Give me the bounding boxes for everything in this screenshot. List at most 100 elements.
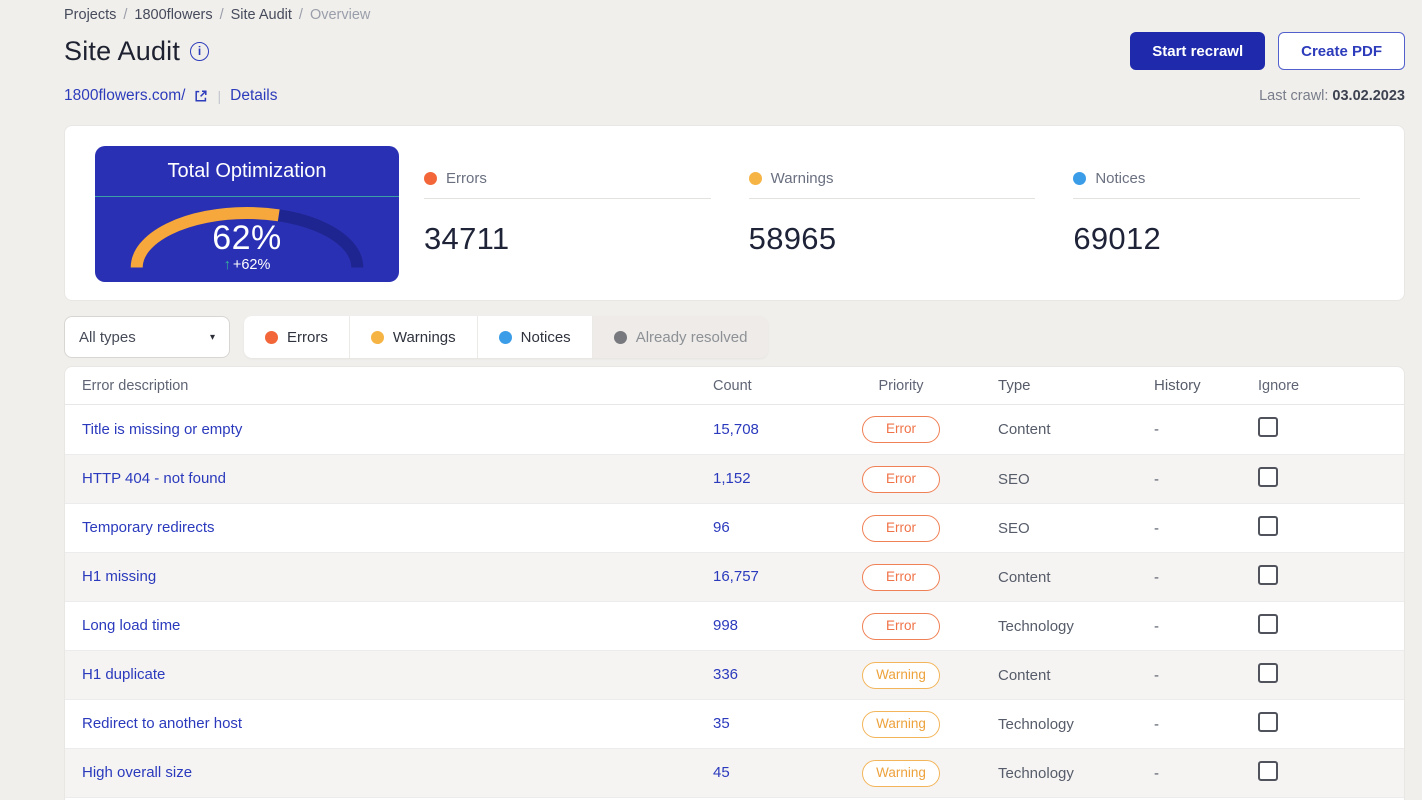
priority-badge: Warning [862, 759, 940, 787]
errors-dot-icon [424, 172, 437, 185]
error-description-link[interactable]: High overall size [82, 764, 192, 781]
gauge-body: 62% ↑ +62% [95, 197, 399, 281]
title-row: Site Audit i Start recrawl Create PDF [64, 32, 1405, 70]
sub-row: 1800flowers.com/ | Details Last crawl: 03… [64, 87, 1405, 105]
summary-card: Total Optimization 62% ↑ +62% Errors 3471… [64, 125, 1405, 301]
count-link[interactable]: 16,757 [713, 568, 759, 585]
count-link[interactable]: 1,152 [713, 470, 751, 487]
stats: Errors 34711 Warnings 58965 Notices 6901… [399, 146, 1404, 280]
toggle-already-resolved[interactable]: Already resolved [592, 316, 769, 358]
last-crawl: Last crawl: 03.02.2023 [1259, 88, 1405, 104]
gauge-title: Total Optimization [95, 146, 399, 197]
error-description-link[interactable]: H1 duplicate [82, 666, 165, 683]
toggle-label: Warnings [392, 328, 456, 346]
ignore-checkbox[interactable] [1258, 711, 1278, 732]
priority-badge: Error [862, 514, 940, 542]
breadcrumb-separator: / [298, 7, 303, 23]
type-dropdown-value: All types [79, 328, 136, 346]
severity-toggle-group: Errors Warnings Notices Already resolved [244, 316, 769, 358]
priority-badge: Error [862, 612, 940, 640]
errors-dot-icon [265, 330, 278, 344]
stat-notices: Notices 69012 [1073, 170, 1361, 280]
warnings-dot-icon [748, 172, 762, 185]
type-label: Content [998, 666, 1051, 684]
table-body: Title is missing or empty 15,708 Error C… [65, 405, 1404, 800]
priority-badge: Warning [862, 661, 940, 689]
ignore-checkbox[interactable] [1258, 760, 1278, 781]
warnings-dot-icon [370, 330, 384, 344]
issues-table: Error description Count Priority Type Hi… [64, 366, 1405, 800]
table-row: High overall size 45 Warning Technology … [65, 748, 1404, 797]
table-row: H1 duplicate 336 Warning Content - [65, 650, 1404, 699]
count-link[interactable]: 15,708 [713, 421, 759, 438]
info-icon[interactable]: i [190, 41, 210, 61]
history-value: - [1154, 470, 1159, 488]
error-description-link[interactable]: Title is missing or empty [82, 421, 242, 438]
ignore-checkbox[interactable] [1258, 564, 1278, 585]
priority-badge: Error [862, 563, 940, 591]
up-arrow-icon: ↑ [223, 257, 231, 273]
page-title: Site Audit [64, 35, 181, 66]
filter-row: All types ▾ Errors Warnings Notices Alre… [64, 316, 1405, 358]
type-label: Technology [998, 764, 1074, 782]
breadcrumb-item-projects[interactable]: Projects [64, 7, 116, 23]
stat-errors: Errors 34711 [424, 170, 711, 280]
col-type: Type [998, 377, 1031, 394]
stat-label: Warnings [770, 170, 834, 187]
create-pdf-button[interactable]: Create PDF [1278, 32, 1405, 70]
table-row: Title is missing or empty 15,708 Error C… [65, 405, 1404, 454]
table-row: Temporary redirects 96 Error SEO - [65, 503, 1404, 552]
history-value: - [1154, 519, 1159, 537]
external-link-icon[interactable] [194, 89, 208, 103]
ignore-checkbox[interactable] [1258, 466, 1278, 487]
col-ignore: Ignore [1258, 377, 1300, 394]
site-audit-page: Projects / 1800flowers / Site Audit / Ov… [0, 0, 1422, 800]
type-label: Content [998, 421, 1051, 438]
count-link[interactable]: 336 [713, 666, 738, 683]
type-label: SEO [998, 470, 1030, 488]
toggle-notices[interactable]: Notices [477, 316, 593, 358]
count-link[interactable]: 998 [713, 617, 738, 634]
ignore-checkbox[interactable] [1258, 417, 1278, 437]
stat-warnings: Warnings 58965 [748, 170, 1036, 280]
last-crawl-label: Last crawl: [1259, 88, 1329, 104]
breadcrumb-item-site-audit[interactable]: Site Audit [231, 7, 292, 23]
error-description-link[interactable]: Long load time [82, 617, 180, 634]
title-left: Site Audit i [64, 35, 210, 67]
toggle-warnings[interactable]: Warnings [349, 316, 478, 358]
type-label: SEO [998, 519, 1030, 537]
table-row: HTTP 404 - not found 1,152 Error SEO - [65, 454, 1404, 503]
priority-badge: Warning [862, 710, 940, 738]
count-link[interactable]: 35 [713, 715, 730, 732]
notices-count: 69012 [1073, 221, 1162, 256]
table-row: Redirect to another host 35 Warning Tech… [65, 699, 1404, 748]
toggle-label: Already resolved [635, 328, 748, 346]
last-crawl-date: 03.02.2023 [1332, 88, 1405, 104]
details-link[interactable]: Details [230, 87, 277, 105]
error-description-link[interactable]: Redirect to another host [82, 715, 242, 732]
error-description-link[interactable]: H1 missing [82, 568, 156, 585]
breadcrumb-item-project[interactable]: 1800flowers [134, 7, 212, 23]
error-description-link[interactable]: Temporary redirects [82, 519, 215, 536]
start-recrawl-button[interactable]: Start recrawl [1130, 32, 1266, 70]
ignore-checkbox[interactable] [1258, 515, 1278, 536]
count-link[interactable]: 45 [713, 764, 730, 781]
type-dropdown[interactable]: All types ▾ [64, 316, 230, 358]
toggle-label: Errors [287, 328, 328, 346]
error-description-link[interactable]: HTTP 404 - not found [82, 470, 226, 487]
ignore-checkbox[interactable] [1258, 613, 1278, 634]
toggle-errors[interactable]: Errors [244, 316, 350, 358]
type-label: Content [998, 568, 1051, 586]
stat-label: Notices [1095, 170, 1146, 187]
total-optimization-gauge: Total Optimization 62% ↑ +62% [95, 146, 399, 282]
breadcrumb-item-overview: Overview [309, 7, 371, 23]
col-error-description: Error description [82, 377, 189, 394]
table-row: H1 missing 16,757 Error Content - [65, 552, 1404, 601]
domain-link[interactable]: 1800flowers.com/ [64, 87, 185, 105]
count-link[interactable]: 96 [713, 519, 730, 536]
ignore-checkbox[interactable] [1258, 662, 1278, 683]
gauge-delta: ↑ +62% [95, 257, 399, 273]
chevron-down-icon: ▾ [209, 331, 215, 343]
toggle-label: Notices [520, 328, 571, 346]
type-label: Technology [998, 715, 1074, 733]
